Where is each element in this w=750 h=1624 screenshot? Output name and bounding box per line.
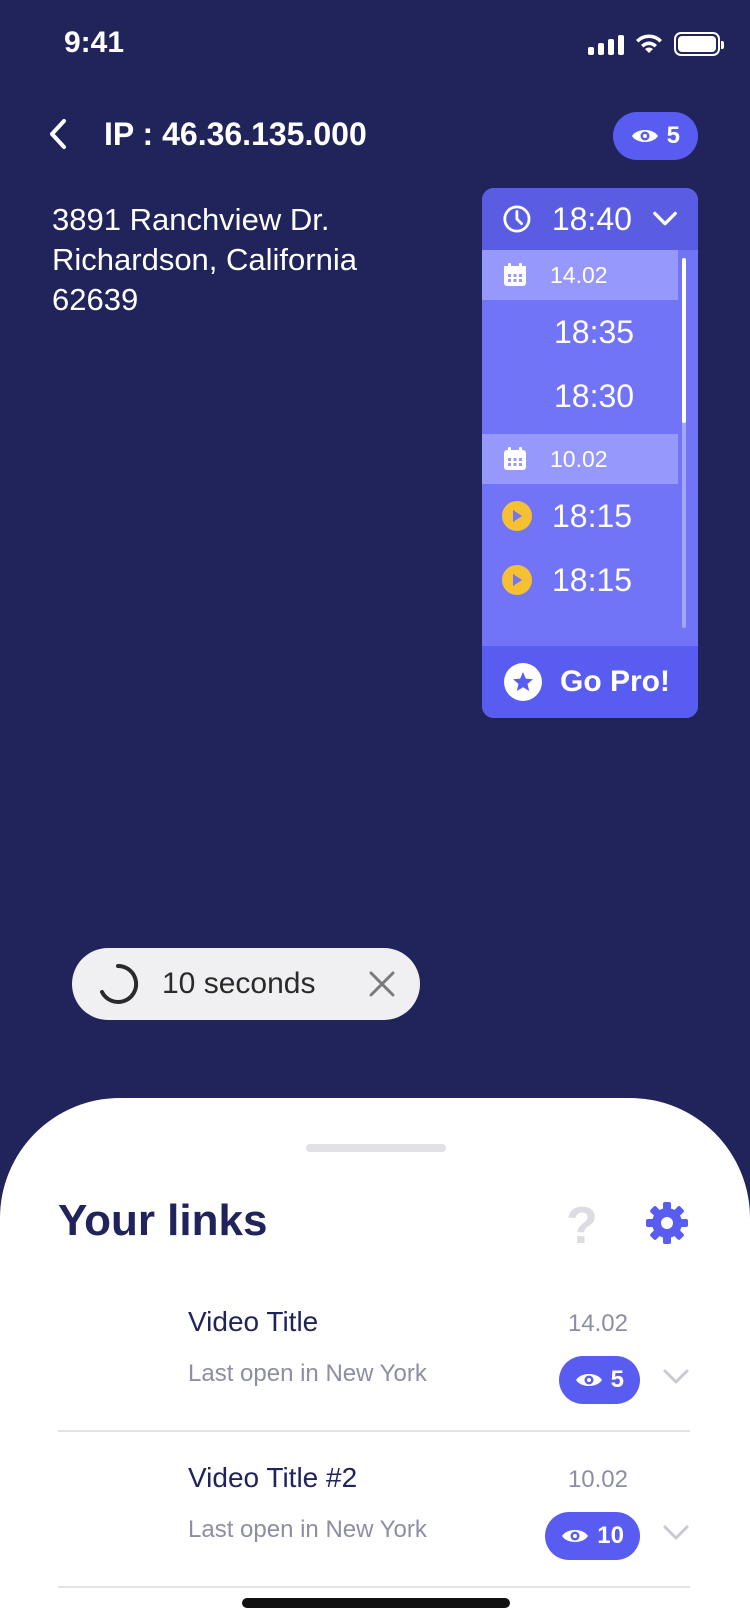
- views-badge: 10: [545, 1512, 640, 1560]
- signal-icon: [588, 33, 624, 55]
- link-date: 10.02: [567, 1466, 628, 1493]
- link-title: Video Title: [188, 1306, 319, 1337]
- time-dropdown: 18:40 14.02 18:35 18:30 10.02 18:15 18:1…: [482, 188, 698, 718]
- links-sheet: Your links ? Video Title Last open in Ne…: [0, 1098, 750, 1624]
- time-option-label: 18:35: [554, 313, 635, 350]
- play-icon: [502, 565, 532, 595]
- address: 3891 Ranchview Dr. Richardson, Californi…: [52, 200, 412, 320]
- views-count: 5: [610, 1366, 624, 1393]
- calendar-icon: [504, 447, 526, 470]
- chevron-down-icon[interactable]: [662, 1524, 690, 1542]
- link-date: 14.02: [567, 1310, 628, 1337]
- battery-icon: [674, 32, 724, 56]
- loading-spinner-icon: [100, 963, 139, 1004]
- home-indicator[interactable]: [242, 1598, 510, 1608]
- time-dropdown-header[interactable]: 18:40: [482, 188, 698, 250]
- go-pro-label: Go Pro!: [560, 665, 670, 698]
- sheet-handle[interactable]: [306, 1144, 446, 1152]
- chevron-down-icon[interactable]: [662, 1368, 690, 1386]
- status-icons: [588, 32, 724, 56]
- time-option[interactable]: 18:15: [482, 484, 698, 548]
- address-line-2: Richardson, California: [52, 242, 357, 277]
- chevron-left-icon: [50, 119, 66, 149]
- eye-icon: [575, 1374, 602, 1386]
- views-count: 5: [666, 122, 680, 149]
- back-button[interactable]: [48, 112, 78, 156]
- views-badge: 5: [558, 1356, 640, 1404]
- page-title: IP : 46.36.135.000: [104, 116, 367, 152]
- help-icon[interactable]: ?: [566, 1196, 598, 1256]
- time-option-label: 18:15: [552, 561, 633, 598]
- address-line-1: 3891 Ranchview Dr.: [52, 202, 330, 237]
- group-date: 10.02: [550, 445, 608, 472]
- date-group-header: 14.02: [482, 250, 678, 300]
- gear-icon[interactable]: [644, 1200, 690, 1246]
- eye-icon: [631, 130, 658, 142]
- link-subtitle: Last open in New York: [188, 1516, 427, 1543]
- link-title: Video Title #2: [188, 1462, 358, 1493]
- timer-label: 10 seconds: [162, 967, 316, 1000]
- close-icon[interactable]: [368, 970, 396, 998]
- address-line-3: 62639: [52, 282, 139, 317]
- star-icon: [504, 663, 542, 701]
- views-count: 10: [597, 1522, 624, 1549]
- time-option-label: 18:15: [552, 497, 633, 534]
- time-option[interactable]: 18:30: [482, 364, 698, 428]
- clock-icon: [503, 205, 531, 233]
- play-icon: [502, 501, 532, 531]
- eye-icon: [562, 1530, 589, 1542]
- timer-toast: 10 seconds: [72, 948, 420, 1020]
- sheet-title: Your links: [58, 1196, 268, 1245]
- link-row[interactable]: Video Title Last open in New York 14.02 …: [58, 1276, 690, 1432]
- chevron-down-icon: [653, 211, 677, 226]
- selected-time: 18:40: [551, 200, 632, 237]
- date-group-header: 10.02: [482, 434, 678, 484]
- views-badge: 5: [612, 112, 698, 160]
- group-date: 14.02: [550, 261, 608, 288]
- link-row[interactable]: Video Title #2 Last open in New York 10.…: [58, 1432, 690, 1588]
- time-option[interactable]: 18:15: [482, 548, 698, 612]
- time-option-label: 18:30: [554, 377, 635, 414]
- link-subtitle: Last open in New York: [188, 1360, 427, 1387]
- calendar-icon: [504, 263, 526, 286]
- scrollbar[interactable]: [682, 258, 686, 628]
- wifi-icon: [636, 34, 662, 53]
- time-option[interactable]: 18:35: [482, 300, 698, 364]
- status-time: 9:41: [64, 26, 125, 59]
- go-pro-button[interactable]: Go Pro!: [482, 646, 698, 718]
